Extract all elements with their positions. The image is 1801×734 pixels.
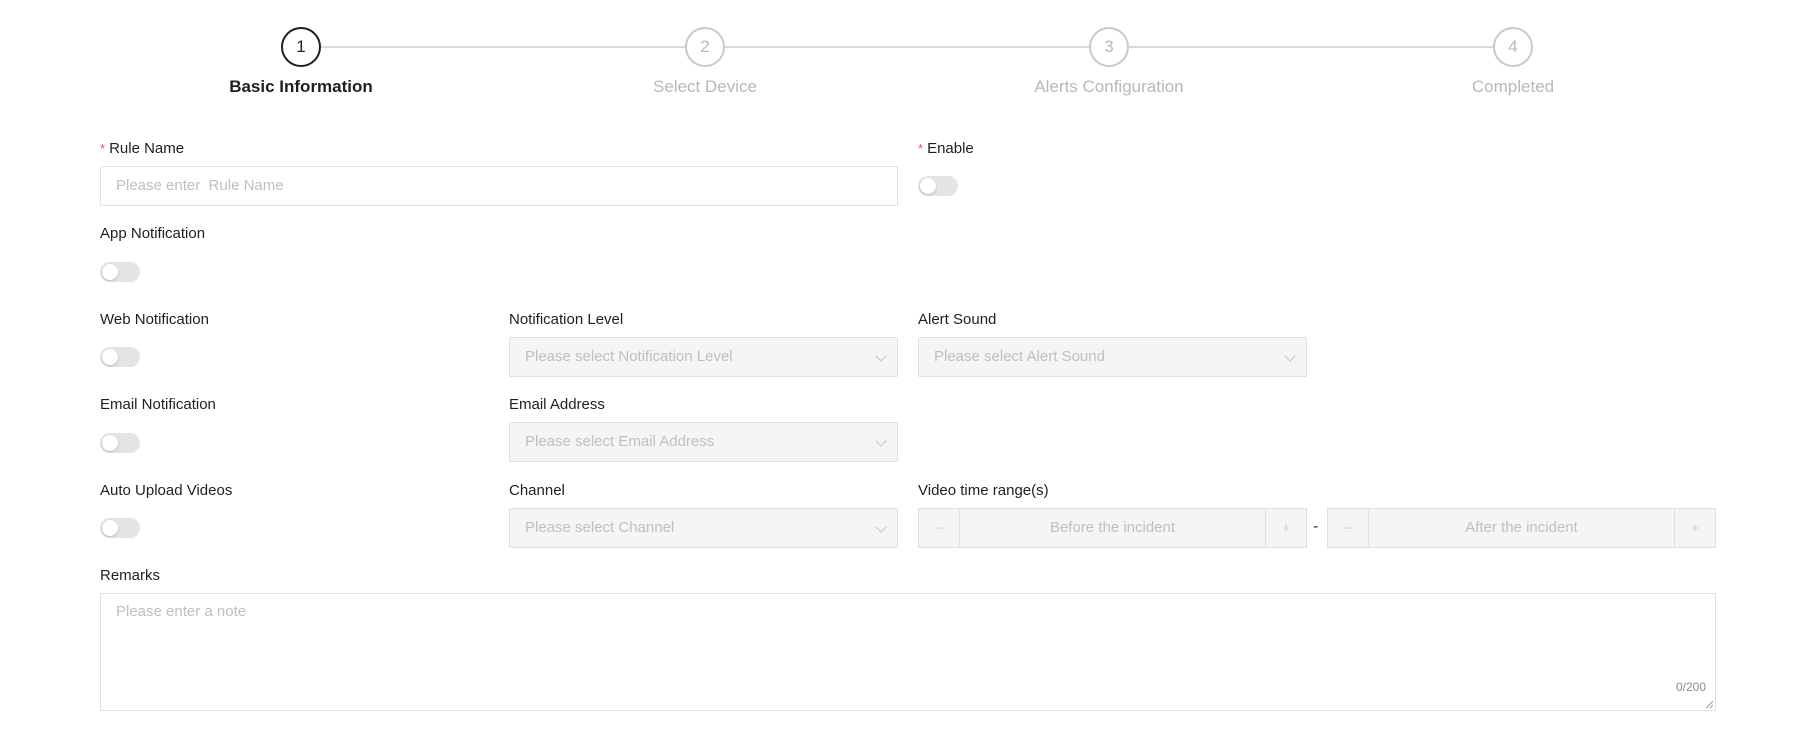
email-address-label: Email Address xyxy=(509,395,605,415)
email-address-select[interactable]: Please select Email Address xyxy=(509,422,898,462)
notification-level-label: Notification Level xyxy=(509,310,623,330)
after-incident-input[interactable]: After the incident xyxy=(1369,509,1674,547)
auto-upload-videos-switch[interactable] xyxy=(100,518,140,538)
switch-knob xyxy=(102,264,118,280)
remarks-textarea[interactable]: Please enter a note 0/200 xyxy=(100,593,1716,711)
chevron-down-icon xyxy=(875,435,887,447)
select-placeholder: Please select Email Address xyxy=(525,433,715,450)
label-text: Auto Upload Videos xyxy=(100,482,233,499)
increment-button[interactable]: + xyxy=(1265,509,1306,547)
range-separator: - xyxy=(1313,518,1319,535)
alert-sound-select[interactable]: Please select Alert Sound xyxy=(918,337,1307,377)
app-notification-switch[interactable] xyxy=(100,262,140,282)
after-incident-stepper[interactable]: − After the incident + xyxy=(1327,508,1716,548)
label-text: App Notification xyxy=(100,225,206,242)
chevron-down-icon xyxy=(875,350,887,362)
step-alerts-configuration[interactable]: 3 Alerts Configuration xyxy=(959,27,1259,97)
label-text: Channel xyxy=(509,482,565,499)
web-notification-switch[interactable] xyxy=(100,347,140,367)
rule-name-label: * Rule Name xyxy=(100,139,184,159)
chevron-down-icon xyxy=(875,521,887,533)
auto-upload-videos-label: Auto Upload Videos xyxy=(100,481,232,501)
step-title: Select Device xyxy=(653,77,757,96)
label-text: Email Notification xyxy=(100,396,216,413)
decrement-button[interactable]: − xyxy=(1328,509,1369,547)
label-text: Alert Sound xyxy=(918,311,997,328)
alert-sound-label: Alert Sound xyxy=(918,310,996,330)
step-number: 1 xyxy=(281,27,321,67)
remarks-label: Remarks xyxy=(100,566,160,586)
resize-handle-icon[interactable] xyxy=(1705,700,1714,709)
app-notification-label: App Notification xyxy=(100,224,205,244)
rule-name-input[interactable] xyxy=(100,166,898,206)
step-title: Completed xyxy=(1471,77,1555,96)
channel-select[interactable]: Please select Channel xyxy=(509,508,898,548)
label-text: Web Notification xyxy=(100,311,209,328)
increment-button[interactable]: + xyxy=(1674,509,1715,547)
notification-level-select[interactable]: Please select Notification Level xyxy=(509,337,898,377)
textarea-placeholder: Please enter a note xyxy=(116,603,247,620)
enable-label: * Enable xyxy=(918,139,974,159)
step-title: Alerts Configuration xyxy=(1034,77,1184,96)
select-placeholder: Please select Alert Sound xyxy=(934,348,1105,365)
step-basic-information[interactable]: 1 Basic Information xyxy=(151,27,451,97)
step-title: Basic Information xyxy=(229,77,373,96)
email-notification-label: Email Notification xyxy=(100,395,216,415)
decrement-button[interactable]: − xyxy=(919,509,960,547)
step-number: 3 xyxy=(1089,27,1129,67)
required-mark: * xyxy=(918,141,924,156)
rule-name-field[interactable] xyxy=(116,167,897,204)
video-time-range-label: Video time range(s) xyxy=(918,481,1049,501)
step-number: 2 xyxy=(685,27,725,67)
chevron-down-icon xyxy=(1284,350,1296,362)
before-incident-stepper[interactable]: − Before the incident + xyxy=(918,508,1307,548)
steps-bar: 1 Basic Information 2 Select Device 3 Al… xyxy=(0,0,1801,110)
label-text: Email Address xyxy=(509,396,605,413)
channel-label: Channel xyxy=(509,481,565,501)
step-select-device[interactable]: 2 Select Device xyxy=(555,27,855,97)
label-text: Video time range(s) xyxy=(918,482,1049,499)
label-text: Enable xyxy=(927,140,974,157)
switch-knob xyxy=(102,520,118,536)
before-incident-input[interactable]: Before the incident xyxy=(960,509,1265,547)
step-completed[interactable]: 4 Completed xyxy=(1363,27,1663,97)
enable-switch[interactable] xyxy=(918,176,958,196)
required-mark: * xyxy=(100,141,106,156)
select-placeholder: Please select Notification Level xyxy=(525,348,733,365)
select-placeholder: Please select Channel xyxy=(525,519,675,536)
label-text: Remarks xyxy=(100,567,161,584)
email-notification-switch[interactable] xyxy=(100,433,140,453)
switch-knob xyxy=(102,349,118,365)
switch-knob xyxy=(102,435,118,451)
character-counter: 0/200 xyxy=(1675,680,1706,694)
step-number: 4 xyxy=(1493,27,1533,67)
web-notification-label: Web Notification xyxy=(100,310,209,330)
label-text: Notification Level xyxy=(509,311,624,328)
label-text: Rule Name xyxy=(109,140,185,157)
switch-knob xyxy=(920,178,936,194)
